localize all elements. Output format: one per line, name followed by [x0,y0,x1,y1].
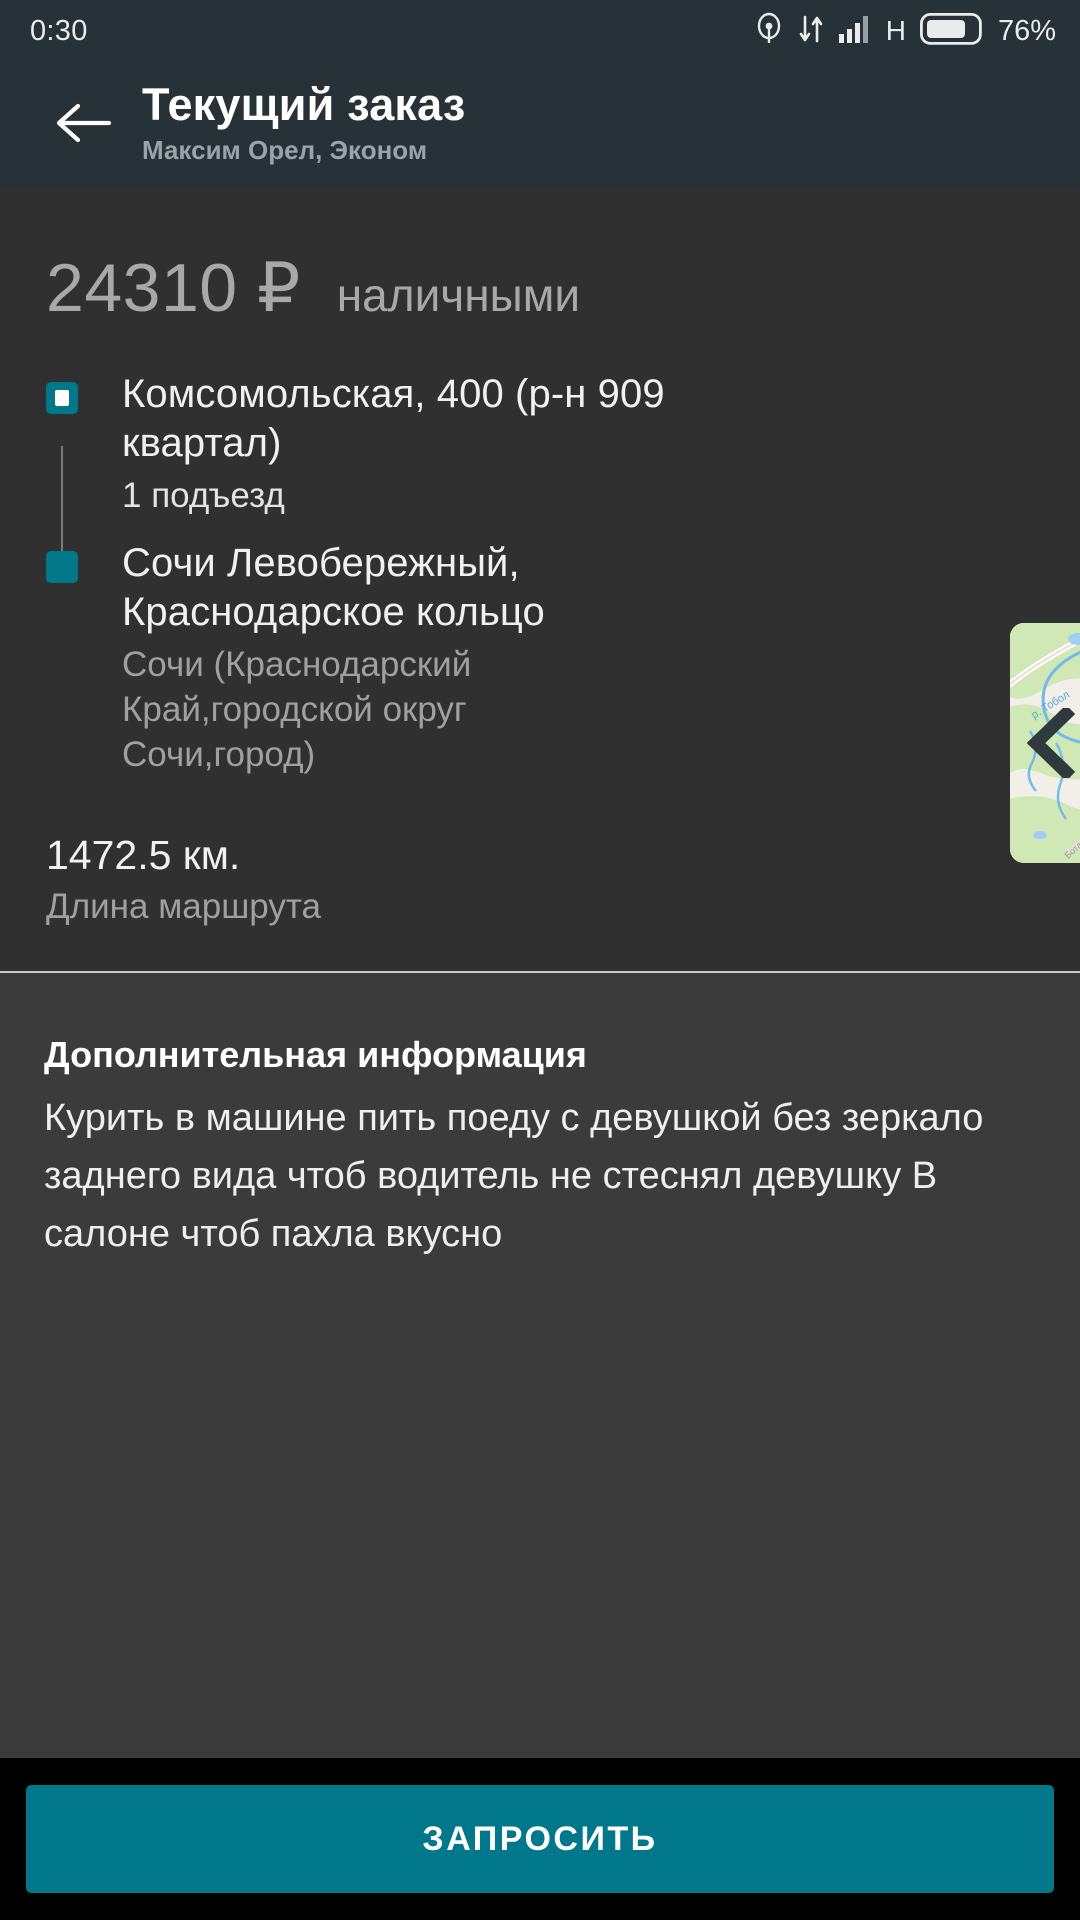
price-row: 24310 ₽ наличными [0,188,1080,322]
pickup-marker-inner [55,390,69,406]
order-summary-card: 24310 ₽ наличными Комсомольская, 400 (р-… [0,188,1080,973]
back-button[interactable] [46,88,120,162]
extra-info-title: Дополнительная информация [44,1033,587,1075]
request-order-button[interactable]: ЗАПРОСИТЬ [26,1785,1054,1893]
pickup-entrance: 1 подъезд [122,475,285,515]
page-subtitle: Максим Орел, Эконом [142,135,428,166]
distance-value: 1472.5 км. [46,832,241,879]
destination-region: Сочи (Краснодарский Край,городской округ… [122,644,472,774]
battery-icon [919,12,982,50]
destination-marker-col [46,539,122,584]
network-type-label: H [885,15,906,46]
route-pickup-row[interactable]: Комсомольская, 400 (р-н 909 квартал) 1 п… [46,370,1080,517]
extra-info-section: Дополнительная информация Курить в машин… [0,972,1080,1758]
data-transfer-icon [798,13,824,50]
destination-address: Сочи Левобережный, Краснодарское кольцо [122,541,545,635]
status-time: 0:30 [30,14,88,47]
price-value: 24310 ₽ [46,250,301,326]
location-icon [754,12,784,51]
back-arrow-icon [53,101,113,150]
pickup-marker-col [46,370,122,414]
destination-marker-icon [46,551,78,584]
pickup-address-block: Комсомольская, 400 (р-н 909 квартал) 1 п… [122,370,1080,517]
page-title: Текущий заказ [142,78,466,130]
status-bar: 0:30 H 76% [0,0,1080,62]
route-destination-row[interactable]: Сочи Левобережный, Краснодарское кольцо … [46,539,1080,777]
destination-address-block: Сочи Левобережный, Краснодарское кольцо … [122,539,1080,777]
app-screen: 0:30 H 76% Текущий заказ Максим Орел, Эк… [0,0,1080,1920]
content-scroll: 24310 ₽ наличными Комсомольская, 400 (р-… [0,188,1080,1758]
payment-method-label: наличными [336,269,581,321]
status-icons: H 76% [754,12,1056,51]
pickup-address: Комсомольская, 400 (р-н 909 квартал) [122,372,665,465]
pickup-marker-icon [46,382,78,414]
app-bar-titles: Текущий заказ Максим Орел, Эконом [142,80,466,171]
signal-bars-icon [838,14,872,49]
distance-block: 1472.5 км. Длина маршрута [0,777,1080,927]
chevron-left-icon[interactable] [1024,708,1076,778]
battery-percent-label: 76% [997,14,1056,47]
extra-info-text: Курить в машине пить поеду с девушкой бе… [44,1097,984,1255]
app-bar: Текущий заказ Максим Орел, Эконом [0,62,1080,188]
distance-label: Длина маршрута [46,887,321,927]
map-preview-panel[interactable]: р. Тобол Ботаническое [1010,623,1080,863]
bottom-action-bar: ЗАПРОСИТЬ [0,1758,1080,1920]
route-block: Комсомольская, 400 (р-н 909 квартал) 1 п… [0,370,1080,777]
